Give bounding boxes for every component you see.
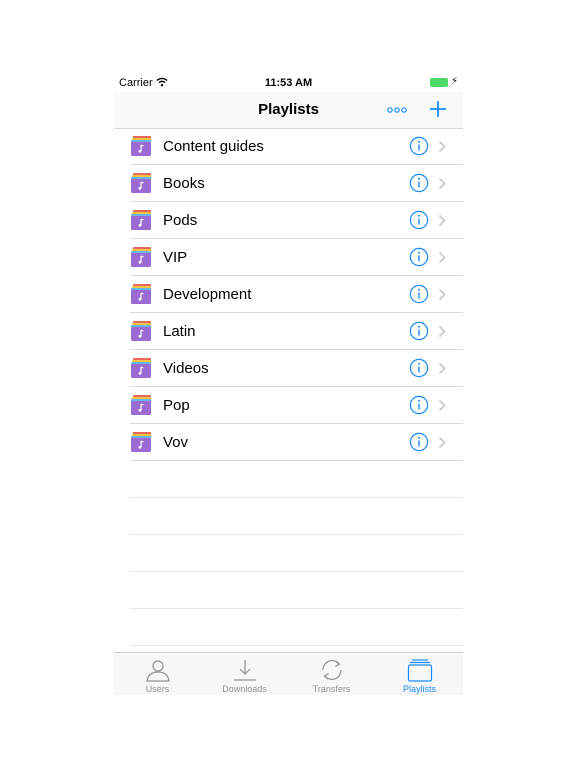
info-button[interactable] (409, 321, 429, 341)
chevron-right-icon (438, 288, 446, 301)
playlist-icon (131, 358, 151, 378)
chevron-right-icon (438, 325, 446, 338)
info-button[interactable] (409, 210, 429, 230)
status-bar: Carrier 11:53 AM ⚡ (114, 72, 463, 92)
playlist-row[interactable]: Latin (114, 313, 463, 350)
playlist-name: Development (163, 286, 252, 303)
chevron-right-icon (438, 362, 446, 375)
tab-label: Downloads (222, 684, 267, 694)
tab-playlists[interactable]: Playlists (376, 653, 463, 695)
charging-bolt-icon: ⚡ (451, 76, 459, 87)
playlist-icon (407, 659, 433, 682)
chevron-right-icon (438, 436, 446, 449)
chevron-right-icon (438, 177, 446, 190)
chevron-right-icon (438, 140, 446, 153)
playlist-name: Videos (163, 360, 209, 377)
info-button[interactable] (409, 395, 429, 415)
phone-screen: Carrier 11:53 AM ⚡ Playlists Content gui… (114, 72, 463, 695)
info-button[interactable] (409, 358, 429, 378)
playlist-name: Content guides (163, 138, 264, 155)
playlist-icon (131, 432, 151, 452)
playlist-row[interactable]: Pods (114, 202, 463, 239)
playlist-row[interactable]: Books (114, 165, 463, 202)
status-time: 11:53 AM (264, 77, 313, 89)
playlist-name: Books (163, 175, 205, 192)
chevron-right-icon (438, 399, 446, 412)
tab-label: Users (145, 684, 170, 694)
playlist-list: Content guides Books Pods VIP Developmen… (114, 128, 463, 646)
playlist-row[interactable]: Videos (114, 350, 463, 387)
add-playlist-button[interactable] (427, 98, 449, 120)
playlist-name: Pop (163, 397, 190, 414)
tab-transfers[interactable]: Transfers (288, 653, 375, 695)
tab-label: Transfers (312, 684, 351, 694)
playlist-icon (131, 136, 151, 156)
tab-downloads[interactable]: Downloads (201, 653, 288, 695)
download-icon (234, 660, 256, 681)
playlist-icon (131, 247, 151, 267)
playlist-icon (131, 395, 151, 415)
info-button[interactable] (409, 136, 429, 156)
playlist-icon (131, 321, 151, 341)
empty-row-separator (114, 572, 463, 609)
transfer-icon (322, 660, 342, 680)
tab-bar: Users Downloads Transfers Playlists (114, 652, 463, 695)
playlist-row[interactable]: Pop (114, 387, 463, 424)
playlist-name: Pods (163, 212, 198, 229)
playlist-row[interactable]: Development (114, 276, 463, 313)
playlist-icon (131, 210, 151, 230)
playlist-name: Vov (163, 434, 189, 451)
user-icon (146, 660, 170, 682)
info-button[interactable] (409, 284, 429, 304)
playlist-row[interactable]: Vov (114, 424, 463, 461)
more-options-button[interactable] (386, 104, 408, 116)
playlist-icon (131, 173, 151, 193)
empty-row-separator (114, 609, 463, 646)
playlist-icon (131, 284, 151, 304)
tab-label: Playlists (402, 684, 436, 694)
empty-row-separator (114, 535, 463, 572)
tab-users[interactable]: Users (114, 653, 201, 695)
info-button[interactable] (409, 432, 429, 452)
playlist-name: Latin (163, 323, 196, 340)
playlist-row[interactable]: VIP (114, 239, 463, 276)
empty-row-separator (114, 461, 463, 498)
navigation-bar: Playlists (114, 92, 463, 129)
playlist-name: VIP (163, 249, 188, 266)
playlist-row[interactable]: Content guides (114, 128, 463, 165)
info-button[interactable] (409, 173, 429, 193)
empty-row-separator (114, 498, 463, 535)
info-button[interactable] (409, 247, 429, 267)
chevron-right-icon (438, 214, 446, 227)
page-title: Playlists (258, 101, 319, 118)
chevron-right-icon (438, 251, 446, 264)
battery-icon (430, 78, 450, 87)
